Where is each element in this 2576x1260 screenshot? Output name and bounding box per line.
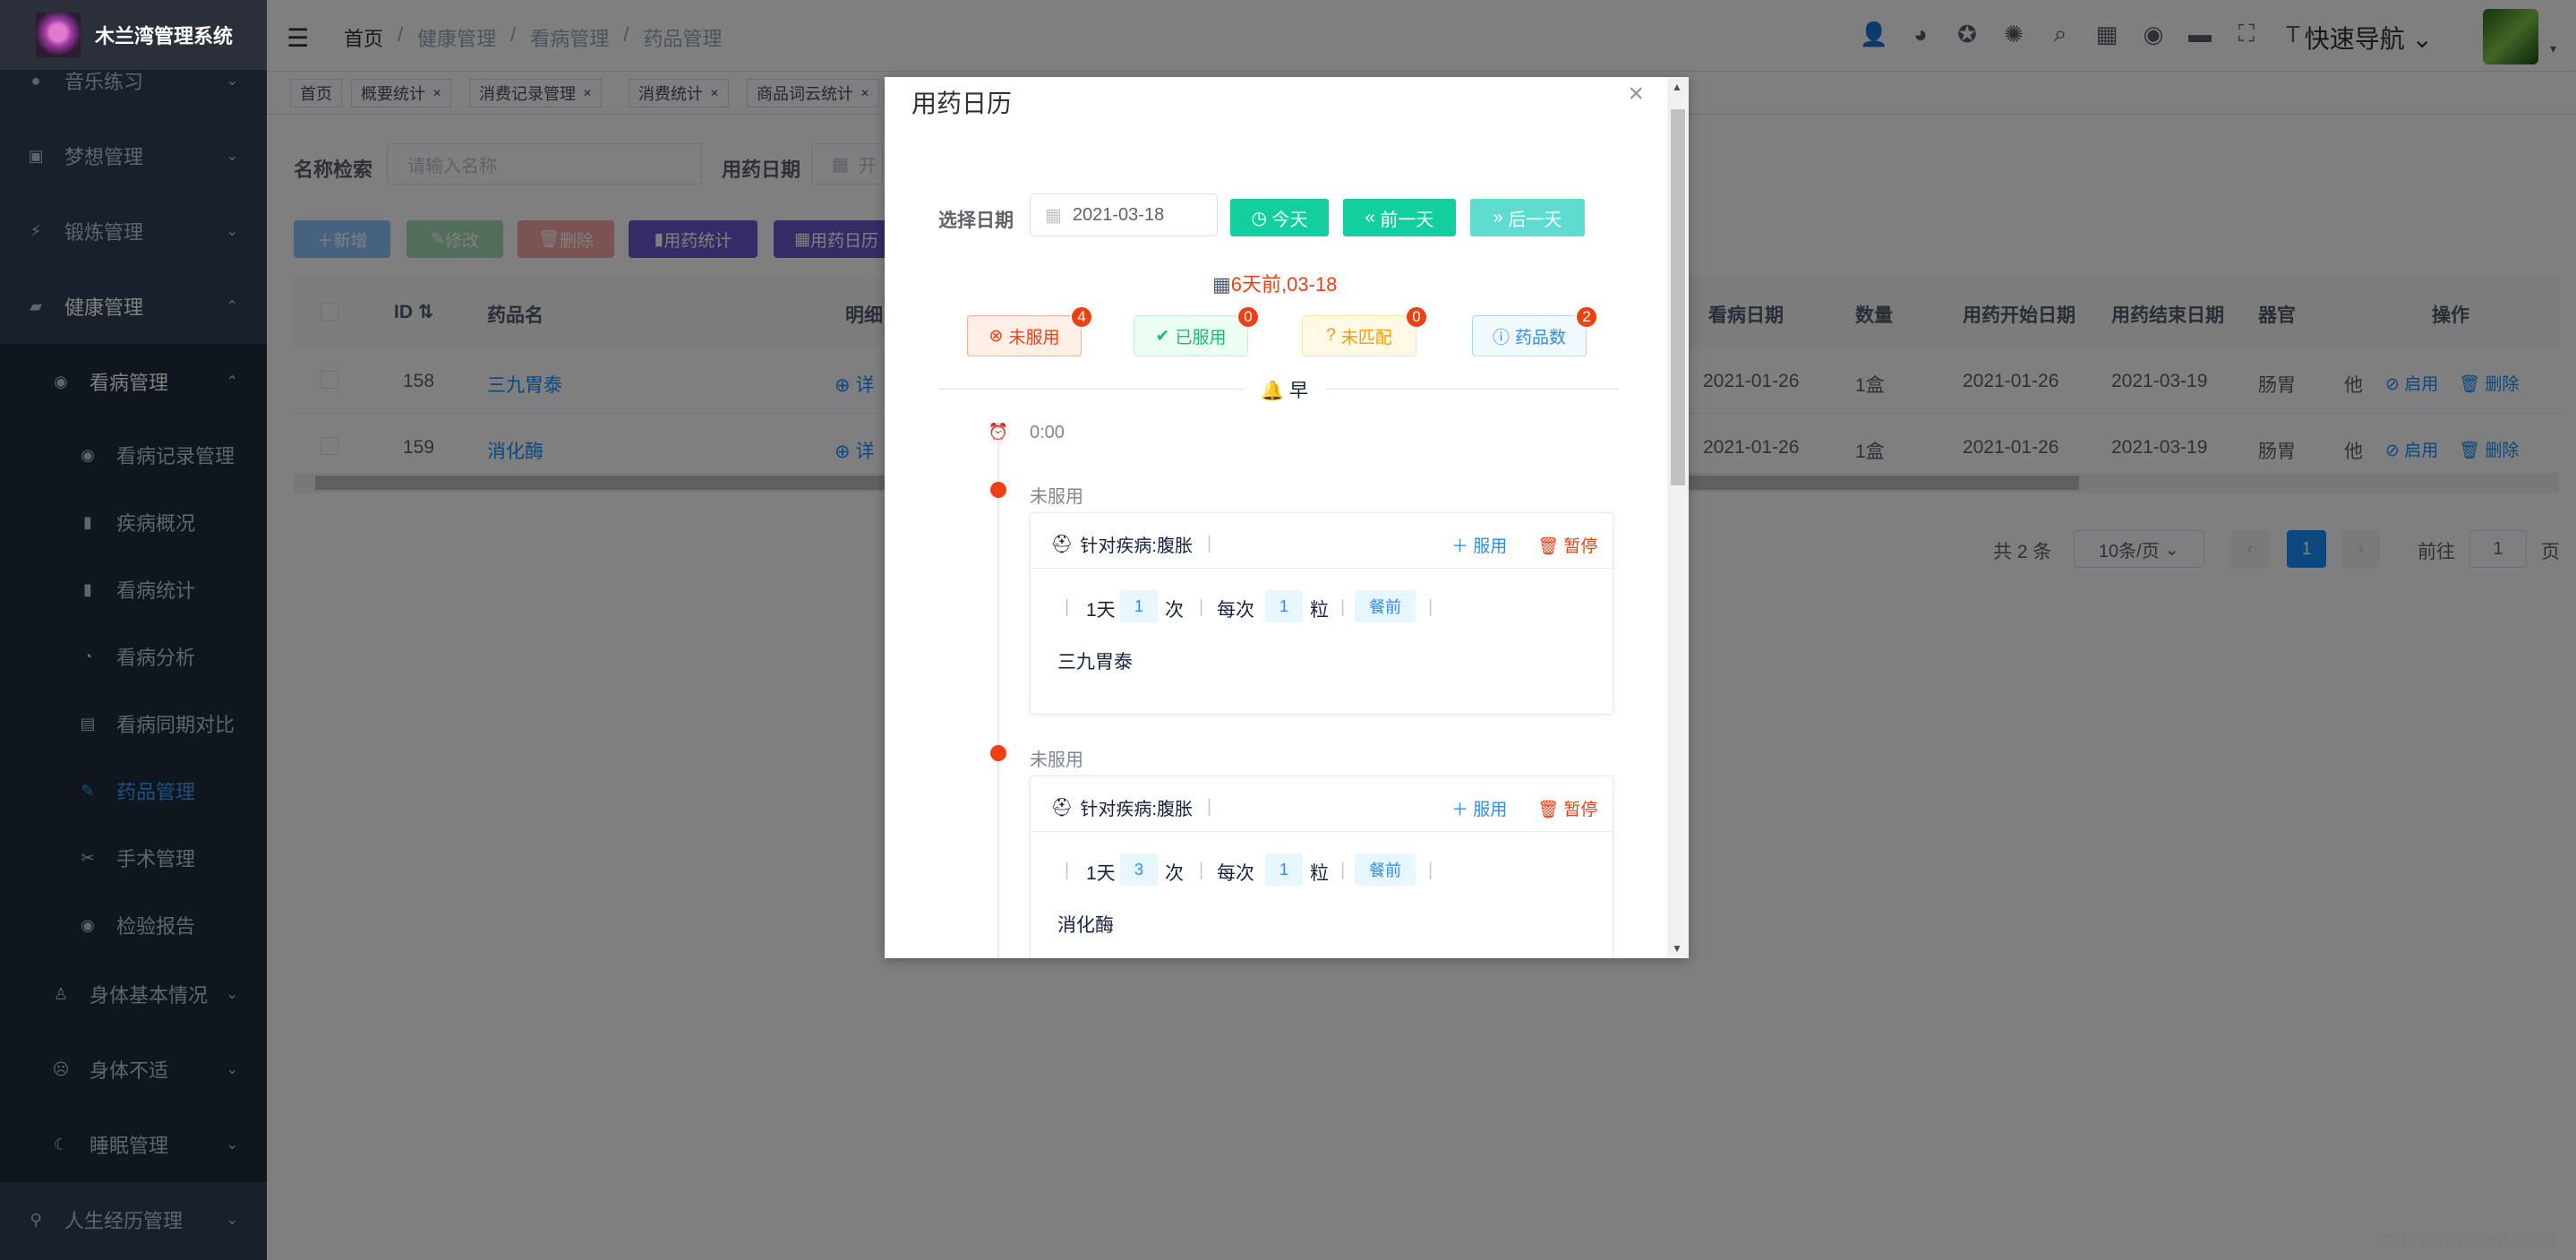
medication-calendar-dialog: 用药日历 × ▲ ▼ 选择日期 ▦ 2021-03-18 ◷ 今天 « 前一天 … (885, 77, 1689, 958)
watermark: CSDN @Python代码大全 (2378, 1231, 2560, 1249)
medkit-icon: ⛑ (1050, 535, 1074, 554)
amount-pill: 1 (1265, 590, 1303, 622)
double-left-icon: « (1365, 207, 1375, 227)
calendar-icon: ▦ (1212, 273, 1231, 296)
help-circle-icon: ? (1326, 326, 1336, 345)
period-label: 🔔 早 (1243, 376, 1326, 403)
date-picker-input[interactable]: ▦ 2021-03-18 (1030, 193, 1218, 236)
scroll-down-icon: ▼ (1672, 942, 1682, 955)
medication-card: ⛑ 针对疾病:腹胀 | ＋ 服用 🗑 暂停 | 1天 3 次 | 每次 1 粒 | … (1030, 776, 1613, 958)
count-badge: 0 (1237, 305, 1260, 329)
dialog-scrollbar[interactable]: ▲ ▼ (1667, 77, 1689, 958)
timeline-dot (990, 482, 1006, 498)
timeline-dot (990, 745, 1006, 761)
relative-date: ▦6天前,03-18 (1212, 273, 1338, 296)
next-day-button[interactable]: » 后一天 (1470, 199, 1585, 236)
trash-icon: 🗑 (1537, 537, 1560, 556)
app-title: 木兰湾管理系统 (95, 25, 234, 47)
close-icon[interactable]: × (1628, 79, 1644, 109)
stat-taken[interactable]: ✔ 已服用 0 (1134, 305, 1260, 356)
drug-name: 消化酶 (1057, 915, 1114, 936)
count-badge: 2 (1575, 305, 1598, 329)
app-logo-bar: 木兰湾管理系统 (0, 0, 267, 70)
card-title: 针对疾病:腹胀 (1080, 536, 1193, 556)
amount-pill: 1 (1265, 853, 1303, 886)
stat-unmatched[interactable]: ? 未匹配 0 (1302, 305, 1428, 356)
times-pill: 3 (1120, 853, 1158, 886)
prev-day-button[interactable]: « 前一天 (1343, 199, 1456, 236)
dialog-title: 用药日历 (911, 90, 1013, 117)
pause-button[interactable]: 🗑 暂停 (1537, 533, 1597, 557)
timeline-time: 0:00 (1030, 423, 1065, 442)
stat-medicine-count[interactable]: ⓘ 药品数 2 (1472, 305, 1598, 356)
entry-status: 未服用 (1030, 487, 1083, 507)
times-pill: 1 (1120, 590, 1158, 622)
medication-card: ⛑ 针对疾病:腹胀 | ＋ 服用 🗑 暂停 | 1天 1 次 | 每次 1 粒 | … (1030, 512, 1613, 715)
entry-status: 未服用 (1030, 750, 1083, 770)
take-button[interactable]: ＋ 服用 (1451, 796, 1507, 820)
calendar-icon: ▦ (1045, 205, 1062, 226)
trash-icon: 🗑 (1537, 801, 1560, 819)
take-button[interactable]: ＋ 服用 (1451, 533, 1507, 557)
select-date-label: 选择日期 (938, 210, 1014, 231)
today-button[interactable]: ◷ 今天 (1230, 199, 1329, 236)
clock-icon: ◷ (1251, 208, 1267, 228)
timeline-line (997, 435, 999, 958)
close-circle-icon: ⊗ (988, 326, 1004, 346)
timing-tag: 餐前 (1355, 853, 1416, 886)
count-badge: 0 (1405, 305, 1428, 329)
pause-button[interactable]: 🗑 暂停 (1537, 796, 1597, 820)
check-circle-icon: ✔ (1155, 326, 1170, 346)
scroll-up-icon: ▲ (1672, 81, 1682, 93)
timing-tag: 餐前 (1355, 590, 1416, 622)
stat-not-taken[interactable]: ⊗ 未服用 4 (967, 305, 1093, 356)
info-icon: ⓘ (1492, 328, 1510, 347)
alarm-icon: ⏰ (988, 421, 1009, 442)
bell-icon: 🔔 (1261, 381, 1285, 401)
medkit-icon: ⛑ (1050, 798, 1074, 818)
double-right-icon: » (1493, 207, 1503, 227)
app-logo (36, 13, 81, 57)
drug-name: 三九胃泰 (1057, 652, 1133, 673)
count-badge: 4 (1070, 305, 1093, 329)
card-title: 针对疾病:腹胀 (1080, 800, 1193, 819)
